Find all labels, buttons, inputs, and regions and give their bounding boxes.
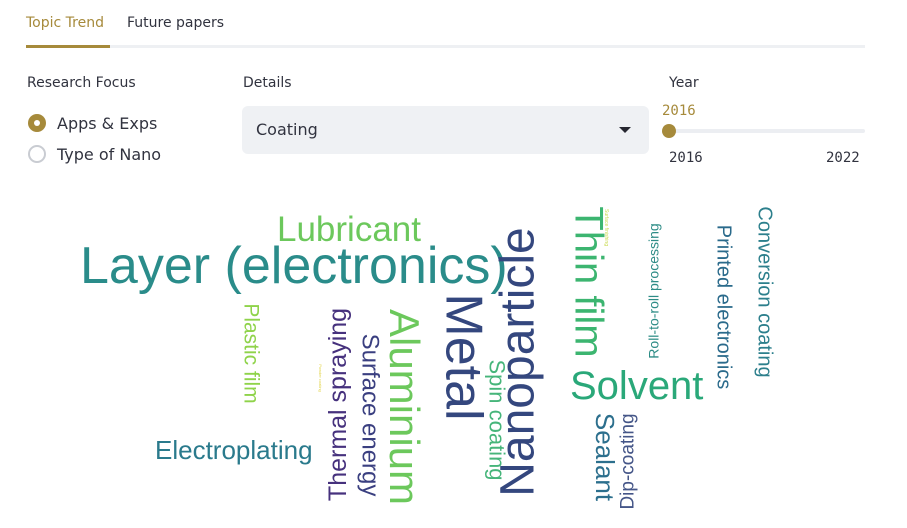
year-slider-min: 2016 xyxy=(669,150,703,166)
research-focus-label: Research Focus xyxy=(27,75,136,91)
word-aluminium: Aluminium xyxy=(381,308,429,506)
active-tab-indicator xyxy=(26,45,110,48)
year-label: Year xyxy=(669,75,699,91)
word-sealant: Sealant xyxy=(590,412,621,502)
word-plastic-film: Plastic film xyxy=(239,303,263,404)
word-metal: Metal xyxy=(434,293,493,421)
details-select[interactable]: Coating xyxy=(242,106,649,154)
tab-topic-trend[interactable]: Topic Trend xyxy=(26,14,104,32)
word-dip-coating: Dip-coating xyxy=(617,413,639,510)
word-surface-energy: Surface energy xyxy=(356,333,384,497)
radio-type-of-nano-label: Type of Nano xyxy=(57,144,162,164)
tab-future-papers[interactable]: Future papers xyxy=(127,14,224,32)
word-surface-finishing: Surface finishing xyxy=(602,209,609,246)
year-slider-max: 2022 xyxy=(826,150,860,166)
details-label: Details xyxy=(243,75,292,91)
word-roll-to-roll-processing: Roll-to-roll processing xyxy=(645,223,662,359)
year-slider-thumb[interactable] xyxy=(662,124,676,138)
word-spin-coating: Spin coating xyxy=(484,359,510,481)
word-thermal-spraying: Thermal spraying xyxy=(324,307,353,502)
year-slider-track[interactable] xyxy=(669,129,865,133)
radio-apps-exps-label: Apps & Exps xyxy=(57,113,158,133)
tab-bar-divider xyxy=(26,45,865,48)
word-cloud: Layer (electronics) Lubricant Metal Nano… xyxy=(0,0,907,528)
radio-checked-icon xyxy=(28,114,46,132)
word-electroplating: Electroplating xyxy=(155,435,313,465)
radio-unchecked-icon xyxy=(28,145,46,163)
word-thin-film: Thin film xyxy=(566,206,611,358)
word-nanoparticle: Nanoparticle xyxy=(491,227,545,497)
chevron-down-icon xyxy=(619,127,631,133)
word-printed-electronics: Printed electronics xyxy=(712,224,735,390)
word-powder-coating: Powder coating xyxy=(317,364,323,392)
details-selected-value: Coating xyxy=(256,120,318,139)
radio-apps-exps[interactable]: Apps & Exps xyxy=(28,112,157,134)
tab-bar: Topic Trend Future papers xyxy=(26,0,865,48)
word-lubricant: Lubricant xyxy=(277,210,421,249)
year-slider-value: 2016 xyxy=(662,103,696,119)
word-conversion-coating: Conversion coating xyxy=(753,206,776,378)
radio-type-of-nano[interactable]: Type of Nano xyxy=(28,143,161,165)
word-layer-electronics: Layer (electronics) xyxy=(80,237,508,295)
word-solvent: Solvent xyxy=(570,364,704,408)
